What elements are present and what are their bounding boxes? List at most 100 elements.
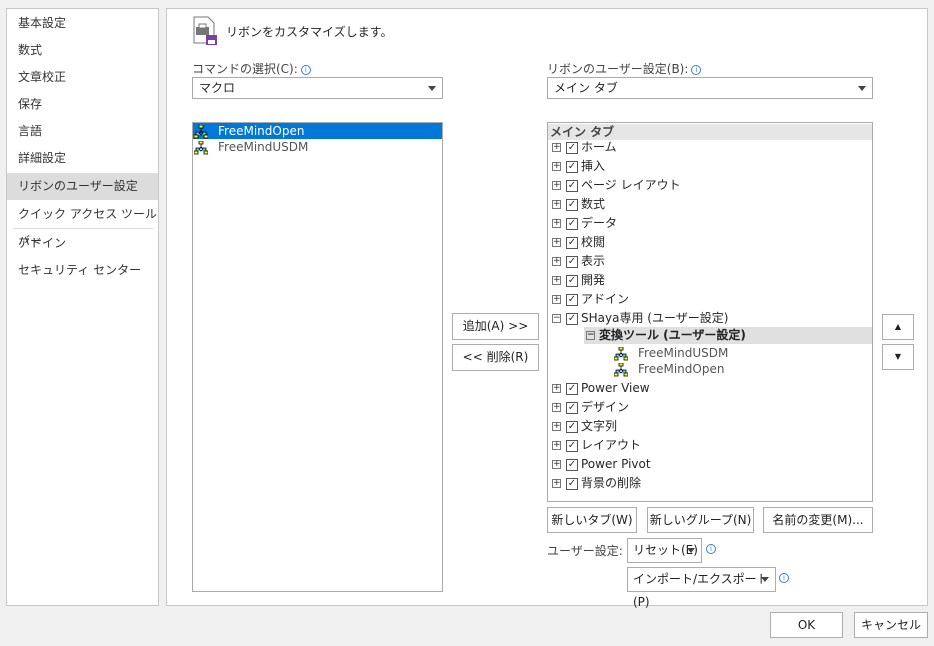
tree-item-tab[interactable]: + ✓ デザイン (548, 399, 872, 415)
checkbox-checked[interactable]: ✓ (566, 439, 578, 452)
expand-icon[interactable]: + (552, 162, 561, 171)
expand-icon[interactable]: + (552, 422, 561, 431)
collapse-icon[interactable]: − (552, 314, 561, 323)
tree-item-label: 校閲 (581, 235, 606, 249)
nav-item-advanced[interactable]: 詳細設定 (7, 145, 158, 172)
new-tab-button[interactable]: 新しいタブ(W) (547, 507, 637, 533)
tree-item-label: 文字列 (581, 419, 618, 433)
tree-item-tab[interactable]: + ✓ アドイン (548, 291, 872, 307)
tree-item-label: 挿入 (581, 159, 606, 173)
checkbox-checked[interactable]: ✓ (566, 255, 578, 268)
checkbox-checked[interactable]: ✓ (566, 217, 578, 230)
commands-list[interactable]: FreeMindOpen FreeMindUSDM (192, 122, 443, 592)
info-icon: i (706, 544, 716, 554)
nav-item-quick-access-toolbar[interactable]: クイック アクセス ツール バー (7, 201, 158, 248)
tree-item-command[interactable]: FreeMindOpen (548, 361, 872, 377)
customize-ribbon-icon (193, 16, 217, 45)
tree-item-label: データ (581, 216, 618, 230)
chevron-down-icon (428, 86, 436, 91)
nav-item-proofing[interactable]: 文章校正 (7, 64, 158, 91)
tree-item-tab[interactable]: + ✓ データ (548, 215, 872, 231)
remove-button[interactable]: << 削除(R) (452, 344, 539, 371)
info-icon: i (300, 65, 311, 75)
checkbox-checked[interactable]: ✓ (566, 458, 578, 471)
checkbox-checked[interactable]: ✓ (566, 420, 578, 433)
nav-item-customize-ribbon[interactable]: リボンのユーザー設定 (7, 173, 158, 200)
reset-dropdown[interactable]: リセット(E) (627, 538, 702, 563)
expand-icon[interactable]: + (552, 460, 561, 469)
checkbox-checked[interactable]: ✓ (566, 179, 578, 192)
tree-item-tab[interactable]: + ✓ Power View (548, 380, 872, 396)
collapse-icon[interactable]: − (586, 331, 595, 340)
tree-item-tab[interactable]: + ✓ 文字列 (548, 418, 872, 434)
nav-item-language[interactable]: 言語 (7, 118, 158, 145)
checkbox-checked[interactable]: ✓ (566, 293, 578, 306)
expand-icon[interactable]: + (552, 143, 561, 152)
checkbox-checked[interactable]: ✓ (566, 382, 578, 395)
nav-item-trust-center[interactable]: セキュリティ センター (7, 257, 158, 284)
ribbon-select[interactable]: メイン タブ (547, 77, 873, 99)
expand-icon[interactable]: + (552, 276, 561, 285)
options-nav: 基本設定 数式 文章校正 保存 言語 詳細設定 リボンのユーザー設定 クイック … (6, 8, 159, 606)
tree-item-tab[interactable]: + ✓ 開発 (548, 272, 872, 288)
checkbox-checked[interactable]: ✓ (566, 401, 578, 414)
rename-button[interactable]: 名前の変更(M)... (763, 507, 873, 533)
expand-icon[interactable]: + (552, 295, 561, 304)
chevron-down-icon (761, 577, 769, 582)
commands-label: コマンドの選択(C): i (192, 60, 311, 77)
tree-item-label: ページ レイアウト (581, 178, 681, 192)
list-item[interactable]: FreeMindUSDM (193, 139, 442, 155)
checkbox-checked[interactable]: ✓ (566, 274, 578, 287)
expand-icon[interactable]: + (552, 219, 561, 228)
expand-icon[interactable]: + (552, 384, 561, 393)
checkbox-checked[interactable]: ✓ (566, 312, 578, 325)
checkbox-checked[interactable]: ✓ (566, 141, 578, 154)
checkbox-checked[interactable]: ✓ (566, 236, 578, 249)
checkbox-checked[interactable]: ✓ (566, 198, 578, 211)
chevron-down-icon (858, 86, 866, 91)
tree-item-label: 変換ツール (ユーザー設定) (599, 328, 746, 342)
list-item-label: FreeMindOpen (218, 124, 305, 138)
expand-icon[interactable]: + (552, 441, 561, 450)
add-button[interactable]: 追加(A) >> (452, 313, 539, 340)
tree-item-command[interactable]: FreeMindUSDM (548, 345, 872, 361)
expand-icon[interactable]: + (552, 238, 561, 247)
tree-header: メイン タブ (548, 124, 872, 140)
tree-item-tab[interactable]: − ✓ SHaya専用 (ユーザー設定) (548, 310, 872, 326)
expand-icon[interactable]: + (552, 257, 561, 266)
expand-icon[interactable]: + (552, 200, 561, 209)
tree-item-tab[interactable]: + ✓ ページ レイアウト (548, 177, 872, 193)
macro-icon (194, 140, 208, 154)
list-item[interactable]: FreeMindOpen (193, 123, 442, 139)
tree-item-group[interactable]: − 変換ツール (ユーザー設定) (584, 327, 872, 344)
nav-item-general[interactable]: 基本設定 (7, 10, 158, 37)
nav-item-addins[interactable]: アドイン (7, 230, 158, 257)
import-export-dropdown[interactable]: インポート/エクスポート(P) (627, 567, 776, 609)
nav-item-save[interactable]: 保存 (7, 91, 158, 118)
ok-button[interactable]: OK (770, 612, 843, 638)
move-up-button[interactable]: ▲ (882, 314, 914, 340)
ribbon-tree[interactable]: メイン タブ + ✓ ホーム + ✓ 挿入 + ✓ ページ レイアウト + ✓ 数式 + ✓ データ + ✓ 校閲… (547, 122, 873, 502)
commands-label-text: コマンドの選択(C): (192, 62, 298, 76)
tree-item-tab[interactable]: + ✓ 背景の削除 (548, 475, 872, 491)
tree-item-tab[interactable]: + ✓ Power Pivot (548, 456, 872, 472)
tree-item-label: デザイン (581, 400, 630, 414)
ribbon-label: リボンのユーザー設定(B): i (547, 60, 702, 77)
cancel-button[interactable]: キャンセル (854, 612, 928, 638)
expand-icon[interactable]: + (552, 479, 561, 488)
tree-item-tab[interactable]: + ✓ 数式 (548, 196, 872, 212)
move-down-button[interactable]: ▼ (882, 344, 914, 370)
tree-item-tab[interactable]: + ✓ レイアウト (548, 437, 872, 453)
tree-item-tab[interactable]: + ✓ ホーム (548, 139, 872, 155)
checkbox-checked[interactable]: ✓ (566, 477, 578, 490)
nav-item-formulas[interactable]: 数式 (7, 37, 158, 64)
new-group-button[interactable]: 新しいグループ(N) (647, 507, 754, 533)
tree-item-tab[interactable]: + ✓ 校閲 (548, 234, 872, 250)
commands-select[interactable]: マクロ (192, 77, 443, 99)
tree-item-tab[interactable]: + ✓ 表示 (548, 253, 872, 269)
tree-item-tab[interactable]: + ✓ 挿入 (548, 158, 872, 174)
macro-icon (614, 362, 628, 376)
expand-icon[interactable]: + (552, 403, 561, 412)
checkbox-checked[interactable]: ✓ (566, 160, 578, 173)
expand-icon[interactable]: + (552, 181, 561, 190)
